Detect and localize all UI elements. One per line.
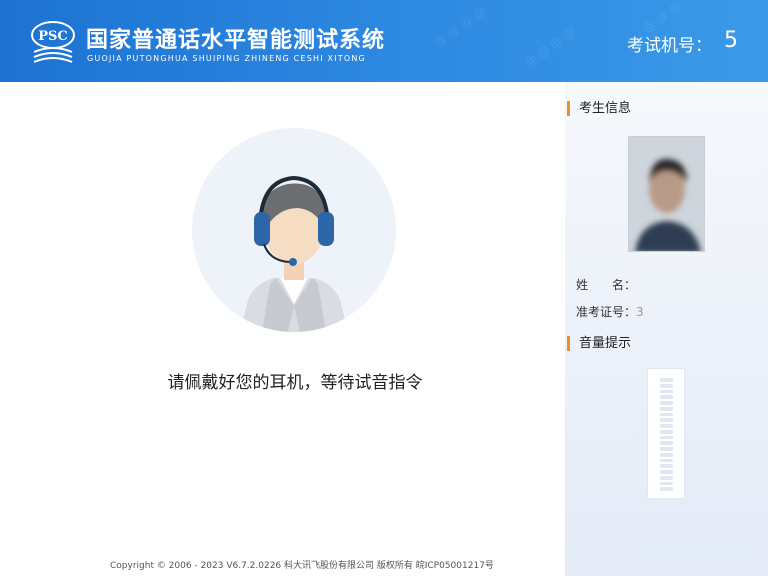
copyright-text: Copyright © 2006 - 2023 V6.7.2.0226 科大讯飞… (110, 561, 494, 571)
svg-text:PSC: PSC (38, 29, 68, 44)
volume-meter (647, 368, 685, 499)
main-panel: 请佩戴好您的耳机，等待试音指令 Copyright © 2006 - 2023 … (0, 82, 565, 576)
watermark: @ @ @ @ (431, 4, 489, 50)
candidate-info-title: 考生信息 (567, 101, 631, 116)
candidate-id-row: 准考证号：3 (576, 303, 644, 320)
headset-person-icon (192, 128, 396, 332)
volume-segment (660, 464, 673, 468)
volume-segment (660, 447, 673, 451)
machine-number: 5 (724, 28, 738, 53)
volume-segment (660, 412, 673, 417)
volume-segment (660, 475, 673, 480)
volume-segment (660, 458, 673, 463)
volume-segment (660, 401, 673, 405)
volume-segment (660, 470, 673, 474)
volume-segment (660, 435, 673, 440)
instruction-text: 请佩戴好您的耳机，等待试音指令 (167, 373, 423, 393)
volume-segment (660, 429, 673, 434)
volume-segment (660, 441, 673, 445)
volume-segment (660, 383, 673, 388)
app-header: @ @ @ @ @ @ @ @ @ @ @ PSC 国家普通话水平智能测试系统 … (0, 0, 768, 82)
volume-segment (660, 406, 673, 411)
app-subtitle: GUOJIA PUTONGHUA SHUIPING ZHINENG CESHI … (87, 54, 366, 63)
volume-segment (660, 389, 673, 394)
volume-segment (660, 487, 673, 491)
app-title: 国家普通话水平智能测试系统 (86, 28, 386, 53)
name-label: 姓 名： (576, 278, 637, 292)
id-label: 准考证号： (576, 305, 637, 319)
volume-segment (660, 395, 673, 399)
watermark: @ @ @ @ (521, 24, 579, 70)
watermark: @ @ @ (639, 0, 684, 36)
volume-segment (660, 378, 673, 382)
candidate-sidebar: 考生信息 姓 名： 准考证号：3 音量提示 (565, 82, 768, 576)
volume-segment (660, 418, 673, 422)
volume-segment (660, 481, 673, 486)
id-value: 3 (636, 305, 644, 319)
volume-segment (660, 424, 673, 428)
machine-label: 考试机号： (627, 36, 712, 56)
volume-section-title: 音量提示 (567, 336, 631, 351)
candidate-name-row: 姓 名： (576, 276, 636, 293)
volume-segment (660, 452, 673, 457)
candidate-photo (628, 136, 705, 252)
psc-logo-icon: PSC (31, 21, 75, 63)
volume-meter-track (660, 378, 673, 491)
